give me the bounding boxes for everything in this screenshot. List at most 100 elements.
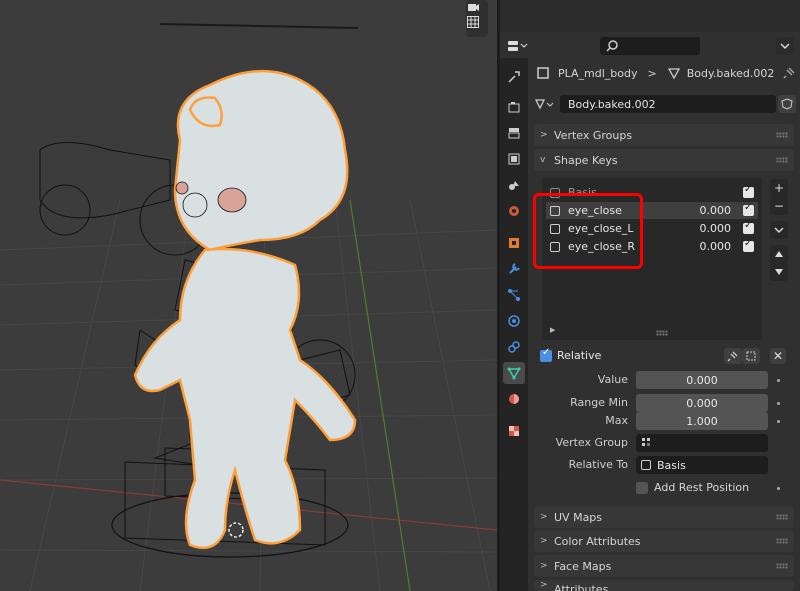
tab-texture[interactable] bbox=[503, 420, 525, 442]
edit-mode-button[interactable] bbox=[742, 348, 760, 364]
shape-key-value[interactable]: 0.000 bbox=[671, 240, 732, 253]
mesh-name: Body.baked.002 bbox=[568, 97, 656, 111]
shape-key-enabled-checkbox[interactable] bbox=[743, 202, 754, 216]
clear-shape-keys-button[interactable]: ✕ bbox=[770, 348, 786, 364]
shape-key-value[interactable]: 0.000 bbox=[671, 204, 732, 217]
tab-modifiers[interactable] bbox=[503, 258, 525, 280]
tab-tool[interactable] bbox=[503, 66, 525, 88]
search-icon bbox=[606, 40, 618, 52]
tab-mesh-data[interactable] bbox=[503, 362, 525, 384]
max-field[interactable]: 1.000 bbox=[636, 412, 768, 430]
panel-title: Face Maps bbox=[554, 559, 612, 573]
3d-viewport[interactable] bbox=[0, 0, 497, 591]
relative-toggle[interactable]: ✓ Relative bbox=[540, 347, 602, 362]
move-down-button[interactable] bbox=[770, 263, 788, 281]
tab-constraints[interactable] bbox=[503, 336, 525, 358]
shape-key-icon bbox=[641, 460, 651, 470]
highlight-box bbox=[533, 193, 643, 269]
vertex-group-label: Vertex Group bbox=[555, 436, 628, 449]
move-up-button[interactable] bbox=[770, 245, 788, 263]
panel-shape-keys[interactable]: v Shape Keys bbox=[534, 149, 794, 171]
panel-vertex-groups[interactable]: > Vertex Groups bbox=[534, 124, 794, 146]
relative-label: Relative bbox=[557, 349, 602, 362]
breadcrumb-mesh: Body.baked.002 bbox=[686, 66, 775, 80]
mesh-name-field[interactable]: Body.baked.002 bbox=[560, 95, 776, 113]
add-rest-position-toggle[interactable]: Add Rest Position bbox=[636, 481, 749, 494]
tab-world[interactable] bbox=[503, 200, 525, 222]
shape-key-enabled-checkbox[interactable] bbox=[743, 238, 754, 252]
grid-icon bbox=[467, 16, 479, 28]
mesh-datablock-selector[interactable] bbox=[534, 95, 560, 113]
texture-icon bbox=[509, 426, 519, 436]
tab-output[interactable] bbox=[503, 122, 525, 144]
pin-icon bbox=[727, 351, 738, 362]
tab-scene[interactable] bbox=[503, 174, 525, 196]
tab-view-layer[interactable] bbox=[503, 148, 525, 170]
search-input[interactable] bbox=[600, 37, 700, 55]
wrench-icon bbox=[509, 263, 520, 274]
shape-key-specials-button[interactable] bbox=[770, 221, 788, 239]
add-rest-position-checkbox[interactable] bbox=[636, 481, 648, 494]
value-field[interactable]: 0.000 bbox=[636, 371, 768, 389]
tab-object[interactable] bbox=[503, 232, 525, 254]
animate-property-dot[interactable] bbox=[777, 402, 780, 405]
chevron-right-icon: > bbox=[540, 536, 548, 546]
tab-physics[interactable] bbox=[503, 310, 525, 332]
animate-property-dot[interactable] bbox=[777, 379, 780, 382]
relative-checkbox[interactable]: ✓ bbox=[540, 347, 552, 362]
editor-options-dropdown[interactable] bbox=[776, 37, 794, 55]
shape-key-value[interactable]: 0.000 bbox=[671, 222, 732, 235]
panel-title: Color Attributes bbox=[554, 534, 641, 548]
chevron-down-icon bbox=[780, 43, 790, 49]
animate-property-dot[interactable] bbox=[777, 420, 780, 423]
properties-tabs bbox=[500, 58, 528, 591]
shape-key-enabled-checkbox[interactable] bbox=[743, 220, 754, 234]
toggle-grid-button[interactable] bbox=[466, 15, 488, 37]
material-icon bbox=[509, 394, 519, 404]
chevron-down-icon: v bbox=[540, 155, 546, 165]
animate-property-dot[interactable] bbox=[777, 487, 780, 490]
shape-key-pin-button[interactable] bbox=[724, 348, 742, 364]
panel-face-maps[interactable]: > Face Maps bbox=[534, 555, 794, 577]
relative-to-field[interactable]: Basis bbox=[636, 456, 768, 474]
pin-icon[interactable] bbox=[782, 66, 796, 80]
tab-particles[interactable] bbox=[503, 284, 525, 306]
list-filter-toggle-icon[interactable]: ▶ bbox=[550, 326, 555, 334]
panel-title: Vertex Groups bbox=[554, 128, 633, 142]
breadcrumb-object: PLA_mdl_body bbox=[558, 66, 638, 80]
viewport-scene bbox=[0, 23, 497, 591]
range-min-field[interactable]: 0.000 bbox=[636, 394, 768, 412]
drag-handle-icon[interactable] bbox=[776, 157, 788, 163]
mesh-browse-icon bbox=[534, 99, 554, 110]
drag-handle-icon[interactable] bbox=[776, 538, 788, 544]
object-icon bbox=[509, 238, 519, 248]
editor-type-dropdown[interactable] bbox=[506, 37, 534, 55]
add-rest-position-label: Add Rest Position bbox=[654, 481, 750, 494]
vertex-group-icon bbox=[642, 438, 650, 446]
breadcrumb: PLA_mdl_body > Body.baked.002 bbox=[536, 64, 796, 82]
relative-to-label: Relative To bbox=[568, 458, 628, 471]
list-resize-handle-icon[interactable] bbox=[656, 330, 668, 336]
panel-title: Attributes bbox=[554, 583, 609, 591]
drag-handle-icon[interactable] bbox=[776, 514, 788, 520]
properties-content: PLA_mdl_body > Body.baked.002 Body.baked… bbox=[528, 58, 800, 591]
tab-render[interactable] bbox=[503, 96, 525, 118]
tab-material[interactable] bbox=[503, 388, 525, 410]
triangle-down-icon bbox=[775, 269, 783, 275]
relative-to-value: Basis bbox=[657, 458, 686, 472]
value-label: Value bbox=[597, 373, 628, 386]
remove-shape-key-button[interactable]: − bbox=[770, 197, 788, 215]
shape-key-enabled-checkbox[interactable] bbox=[743, 184, 754, 198]
panel-attributes[interactable]: > Attributes bbox=[534, 580, 794, 591]
drag-handle-icon[interactable] bbox=[776, 132, 788, 138]
camera-icon bbox=[468, 4, 479, 11]
properties-editor: PLA_mdl_body > Body.baked.002 Body.baked… bbox=[500, 0, 800, 591]
fake-user-button[interactable] bbox=[778, 95, 796, 113]
add-shape-key-button[interactable]: + bbox=[770, 179, 788, 197]
chevron-right-icon: > bbox=[540, 561, 548, 571]
panel-uv-maps[interactable]: > UV Maps bbox=[534, 506, 794, 528]
drag-handle-icon[interactable] bbox=[776, 563, 788, 569]
panel-color-attributes[interactable]: > Color Attributes bbox=[534, 530, 794, 552]
scene-icon bbox=[509, 181, 519, 190]
vertex-group-field[interactable] bbox=[636, 434, 768, 452]
